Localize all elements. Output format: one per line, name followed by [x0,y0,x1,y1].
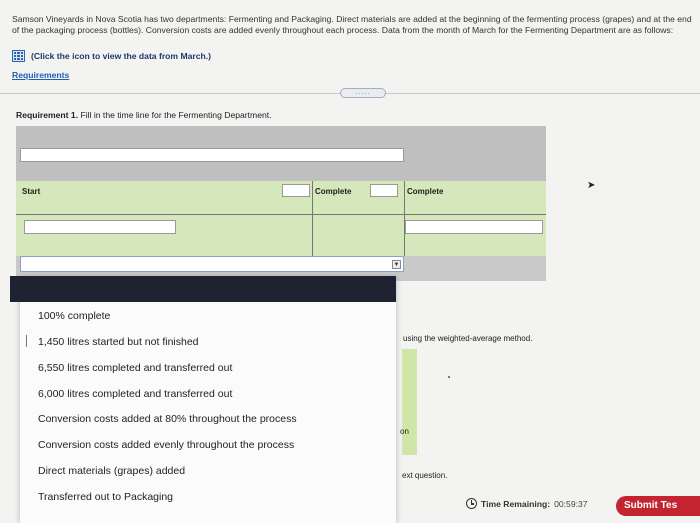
divider-handle[interactable]: ..... [340,88,386,98]
timeline-complete-label-2: Complete [407,187,444,196]
time-remaining: Time Remaining: 00:59:37 [466,498,588,509]
menu-option[interactable]: 100% complete [38,310,110,322]
menu-option[interactable]: Direct materials (grapes) added [38,465,185,477]
requirements-link[interactable]: Requirements [12,70,69,80]
chevron-down-icon[interactable]: ▼ [392,260,401,269]
stray-dot [448,376,450,378]
menu-option[interactable]: 6,550 litres completed and transferred o… [38,362,232,374]
next-question-text: ext question. [402,471,448,480]
data-table-icon[interactable] [12,50,25,62]
cursor-icon: ➤ [587,180,596,191]
dropdown-menu-header [10,276,396,302]
menu-option[interactable]: Transferred out to Packaging [38,491,173,503]
timeline-title-input[interactable] [20,148,404,162]
time-remaining-label: Time Remaining: [481,498,551,509]
view-data-label[interactable]: (Click the icon to view the data from Ma… [31,51,211,61]
menu-option[interactable]: Conversion costs added evenly throughout… [38,439,294,451]
green-strip [402,349,417,455]
requirement-label: Requirement 1. [16,110,79,120]
clock-icon [466,498,477,509]
menu-option[interactable]: 1,450 litres started but not finished [38,336,199,348]
timeline-axis [16,214,546,215]
timeline-input-4[interactable] [405,220,543,234]
timeline-input-2[interactable] [370,184,398,197]
timeline-divider-1 [312,181,313,256]
time-remaining-value: 00:59:37 [554,498,588,509]
dropdown-menu[interactable]: 100% complete 1,450 litres started but n… [20,276,396,523]
requirement-text: Fill in the time line for the Fermenting… [80,110,272,120]
timeline-start-label: Start [22,187,41,196]
timeline-input-3[interactable] [24,220,176,234]
timeline-complete-label-1: Complete [315,187,352,196]
menu-option[interactable]: Conversion costs added at 80% throughout… [38,413,297,425]
submit-test-button[interactable]: Submit Tes [616,496,700,516]
left-edge-mark [26,335,27,347]
timeline-input-1[interactable] [282,184,310,197]
problem-statement: Samson Vineyards in Nova Scotia has two … [12,14,692,35]
menu-option[interactable]: 6,000 litres completed and transferred o… [38,388,232,400]
method-text: using the weighted-average method. [403,334,533,343]
view-data-link[interactable]: (Click the icon to view the data from Ma… [12,50,211,62]
timeline-dropdown[interactable]: ▼ [20,256,404,272]
timeline-divider-2 [404,181,405,256]
timeline-green-band [16,181,546,256]
partial-on-text: on [400,427,409,436]
requirement-title: Requirement 1. Fill in the time line for… [16,110,272,120]
